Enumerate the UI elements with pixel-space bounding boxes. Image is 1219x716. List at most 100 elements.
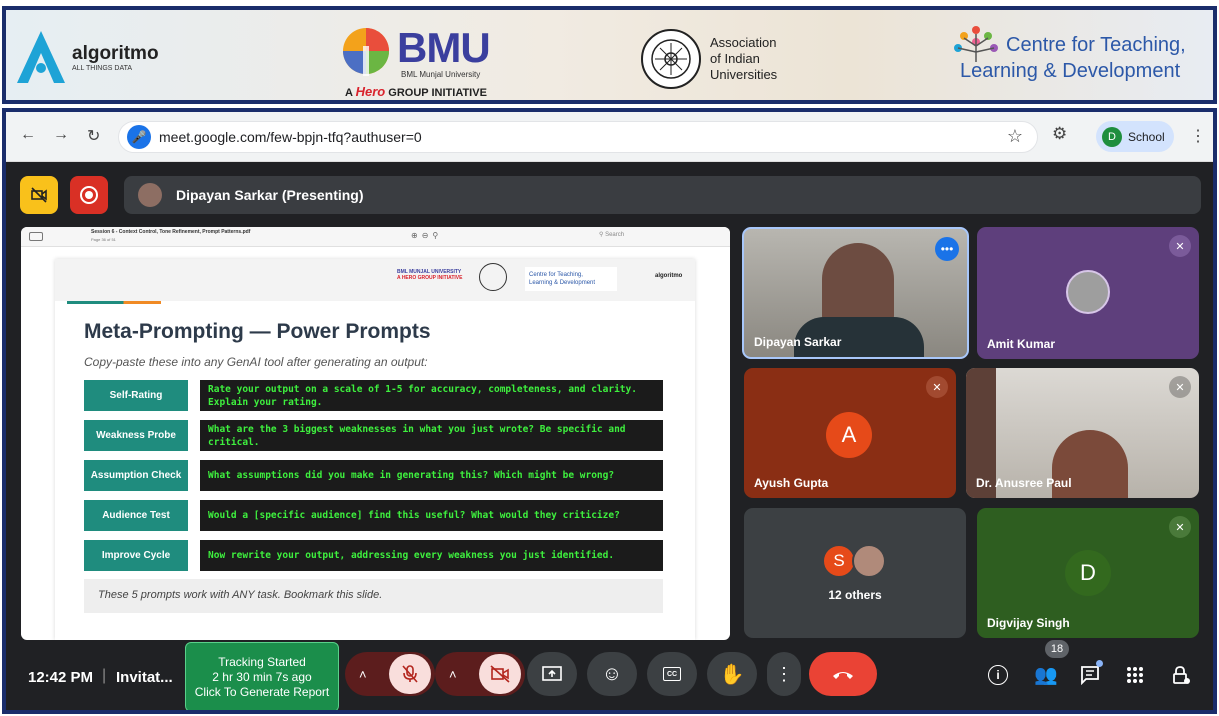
prompt-label: Self-Rating <box>84 380 188 411</box>
people-button[interactable]: 👥 18 <box>1031 640 1069 690</box>
prompt-text: What are the 3 biggest weaknesses in wha… <box>200 420 663 451</box>
presenter-avatar <box>138 183 162 207</box>
video-off-icon <box>490 665 510 683</box>
present-screen-icon <box>542 666 562 681</box>
prompt-label: Audience Test <box>84 500 188 531</box>
tracking-button[interactable]: Tracking Started 2 hr 30 min 7s ago Clic… <box>185 642 339 710</box>
info-icon: i <box>988 665 1008 685</box>
pdf-zoom-icons[interactable]: ⊕⊖⚲ <box>411 231 442 240</box>
slide-title: Meta-Prompting — Power Prompts <box>84 320 431 343</box>
mic-off-icon: ✕ <box>926 376 948 398</box>
extensions-icon[interactable]: ⚙ <box>1052 124 1067 144</box>
host-controls-button[interactable] <box>1166 660 1196 690</box>
emoji-button[interactable]: ☺ <box>587 652 637 696</box>
video-options-button[interactable]: ˄ <box>435 652 525 696</box>
prompt-text: Rate your output on a scale of 1-5 for a… <box>200 380 663 411</box>
raise-hand-button[interactable]: ✋ <box>707 652 757 696</box>
profile-avatar: D <box>1102 126 1122 147</box>
prompt-label: Weakness Probe <box>84 420 188 451</box>
pdf-search-placeholder: Search <box>605 232 625 238</box>
captions-icon: CC <box>663 667 681 681</box>
participant-tile-dipayan[interactable]: ••• Dipayan Sarkar <box>742 227 969 359</box>
lock-person-icon <box>1173 666 1190 684</box>
participant-name: Amit Kumar <box>987 337 1056 351</box>
hero-initiative: A Hero GROUP INITIATIVE <box>345 84 487 99</box>
hero-brand: Hero <box>355 84 386 99</box>
pdf-sidebar-icon[interactable] <box>29 232 43 241</box>
participant-tile-amit[interactable]: ✕ Amit Kumar <box>977 227 1199 359</box>
shared-screen: Session 6 - Context Control, Tone Refine… <box>21 227 730 640</box>
aiu-line1: Association <box>710 35 777 50</box>
ctld-logo: Centre for Teaching, Learning & Developm… <box>950 22 1212 92</box>
prompt-row-self-rating: Self-Rating Rate your output on a scale … <box>84 380 663 411</box>
slide-hero-text: A HERO GROUP INITIATIVE <box>397 275 463 281</box>
mic-off-icon: ✕ <box>1169 376 1191 398</box>
tracking-line2: 2 hr 30 min 7s ago <box>212 670 312 684</box>
initiative-prefix: A <box>345 87 353 99</box>
pdf-toolbar: Session 6 - Context Control, Tone Refine… <box>21 227 730 247</box>
people-icon: 👥 <box>1034 665 1058 686</box>
participant-tile-digvijay[interactable]: ✕ D Digvijay Singh <box>977 508 1199 638</box>
bmu-full-name: BML Munjal University <box>401 70 481 79</box>
mic-off-button[interactable] <box>389 654 431 694</box>
emoji-icon: ☺ <box>601 662 623 685</box>
participant-name: Digvijay Singh <box>987 616 1070 630</box>
algoritmo-tagline: ALL THINGS DATA <box>72 64 133 72</box>
chat-icon <box>1081 666 1099 685</box>
slide-ctld-line1: Centre for Teaching, <box>529 272 583 278</box>
audio-options-button[interactable]: ˄ <box>345 652 435 696</box>
aiu-logo: Association of Indian Universities <box>640 28 777 90</box>
more-options-button[interactable]: ⋮ <box>767 652 801 696</box>
pdf-filename: Session 6 - Context Control, Tone Refine… <box>91 229 251 235</box>
more-vert-icon: ⋮ <box>775 663 793 684</box>
bmu-logo: BMU BML Munjal University A Hero GROUP I… <box>341 24 491 99</box>
meet-window: ← → ↻ 🎤 meet.google.com/few-bpjn-tfq?aut… <box>2 108 1217 714</box>
recording-badge[interactable] <box>70 176 108 214</box>
activities-button[interactable] <box>1120 660 1150 690</box>
reload-icon[interactable]: ↻ <box>87 126 100 146</box>
bmu-tree-icon <box>343 28 389 76</box>
forward-icon[interactable]: → <box>53 126 69 144</box>
browser-toolbar: ← → ↻ 🎤 meet.google.com/few-bpjn-tfq?aut… <box>6 112 1213 162</box>
captions-button[interactable]: CC <box>647 652 697 696</box>
prompt-label: Improve Cycle <box>84 540 188 571</box>
prompt-row-improve-cycle: Improve Cycle Now rewrite your output, a… <box>84 540 663 571</box>
camera-off-button[interactable] <box>479 654 521 694</box>
meeting-details-button[interactable]: i <box>983 660 1013 690</box>
present-button[interactable] <box>527 652 577 696</box>
url-text[interactable]: meet.google.com/few-bpjn-tfq?authuser=0 <box>159 129 422 145</box>
prompt-text: What assumptions did you make in generat… <box>200 460 663 491</box>
initiative-suffix: GROUP INITIATIVE <box>388 87 487 99</box>
no-video-badge[interactable] <box>20 176 58 214</box>
others-count: 12 others <box>828 588 882 602</box>
address-bar[interactable]: 🎤 meet.google.com/few-bpjn-tfq?authuser=… <box>118 121 1038 153</box>
bookmark-star-icon[interactable]: ☆ <box>1007 126 1023 147</box>
slide-accent-line <box>67 301 161 304</box>
tracking-line3: Click To Generate Report <box>194 685 330 699</box>
aiu-line2: of Indian <box>710 51 760 66</box>
browser-menu-icon[interactable]: ⋮ <box>1190 126 1206 146</box>
participant-tile-others[interactable]: S 12 others <box>744 508 966 638</box>
participant-tile-ayush[interactable]: ✕ A Ayush Gupta <box>744 368 956 498</box>
pdf-search[interactable]: ⚲ Search <box>599 231 624 238</box>
profile-chip[interactable]: D School <box>1096 121 1174 152</box>
back-icon[interactable]: ← <box>20 126 36 144</box>
aiu-seal-icon <box>641 29 701 89</box>
participant-tile-anusree[interactable]: ✕ Dr. Anusree Paul <box>966 368 1199 498</box>
leave-call-button[interactable] <box>809 652 877 696</box>
participant-name: Dipayan Sarkar <box>754 335 842 349</box>
people-count-badge: 18 <box>1045 640 1069 658</box>
slide-footer-text: These 5 prompts work with ANY task. Book… <box>98 589 383 601</box>
more-options-icon[interactable]: ••• <box>935 237 959 261</box>
chat-unread-dot <box>1096 660 1103 667</box>
slide-footer-note: These 5 prompts work with ANY task. Book… <box>84 579 663 613</box>
mic-off-icon: ✕ <box>1169 235 1191 257</box>
mic-off-icon: ✕ <box>1169 516 1191 538</box>
site-info-icon[interactable]: 🎤 <box>127 125 151 149</box>
meeting-code[interactable]: Invitat... <box>116 669 173 686</box>
slide-algoritmo-logo: algoritmo <box>655 273 683 279</box>
meeting-time: 12:42 PM <box>28 669 94 686</box>
header-banner: algoritmo ALL THINGS DATA BMU BML Munjal… <box>2 6 1217 104</box>
chat-button[interactable] <box>1075 660 1105 690</box>
others-avatar-s: S <box>822 544 856 578</box>
